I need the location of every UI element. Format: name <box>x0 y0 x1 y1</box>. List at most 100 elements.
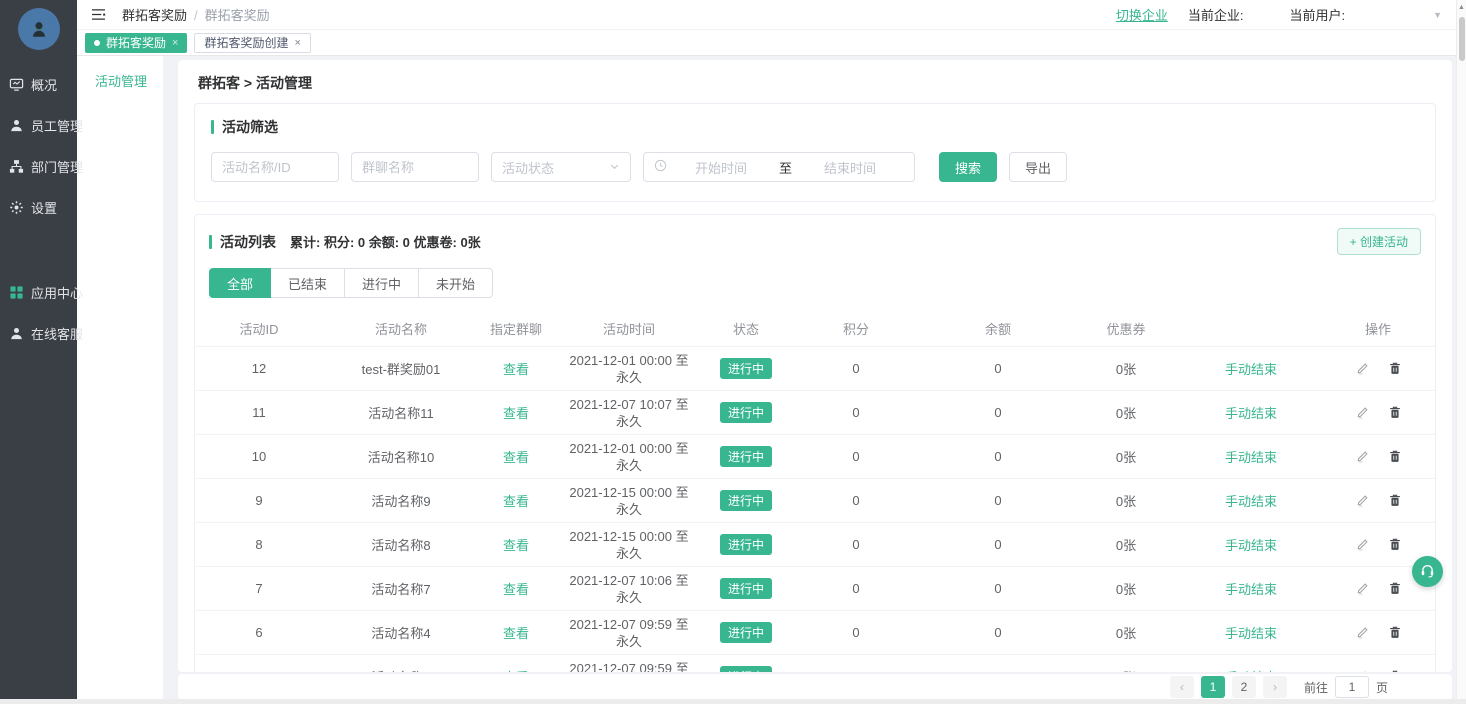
create-activity-button[interactable]: + 创建活动 <box>1337 228 1421 255</box>
status-tab-1[interactable]: 全部 <box>209 268 271 298</box>
activity-name-input[interactable] <box>211 152 339 182</box>
cell-coupon: 0张 <box>1071 579 1181 598</box>
cell-activity-id: 5 <box>195 669 323 672</box>
breadcrumb-item[interactable]: 群拓客奖励 <box>122 8 187 23</box>
next-page-button[interactable]: › <box>1263 676 1287 698</box>
manual-end-link[interactable]: 手动结束 <box>1225 626 1277 641</box>
edit-icon[interactable] <box>1356 406 1369 419</box>
cell-activity-time: 2021-12-07 09:59 至永久 <box>553 616 705 650</box>
page-unit-label: 页 <box>1376 679 1388 696</box>
view-link[interactable]: 查看 <box>503 362 529 377</box>
status-tab-4[interactable]: 未开始 <box>418 268 493 298</box>
cell-activity-name: 活动名称11 <box>323 403 479 422</box>
page-button-2[interactable]: 2 <box>1232 676 1256 698</box>
delete-icon[interactable] <box>1389 538 1401 551</box>
status-tab-2[interactable]: 已结束 <box>270 268 345 298</box>
sidebar-item-2[interactable]: 员工管理 <box>0 105 77 146</box>
secondary-sidebar: 活动管理 <box>77 56 163 704</box>
cell-balance: 0 <box>925 449 1071 464</box>
sidebar-item-activity-management[interactable]: 活动管理 <box>77 56 163 90</box>
manual-end-link[interactable]: 手动结束 <box>1225 406 1277 421</box>
sidebar-item-4[interactable]: 设置 <box>0 187 77 228</box>
edit-icon[interactable] <box>1356 626 1369 639</box>
manual-end-link[interactable]: 手动结束 <box>1225 582 1277 597</box>
cell-activity-name: 活动名称7 <box>323 579 479 598</box>
edit-icon[interactable] <box>1356 538 1369 551</box>
manual-end-link[interactable]: 手动结束 <box>1225 362 1277 377</box>
scrollbar-thumb[interactable] <box>1459 17 1465 61</box>
cell-group-chat: 查看 <box>479 623 553 642</box>
column-header-活动时间: 活动时间 <box>553 319 705 338</box>
cell-coupon: 0张 <box>1071 535 1181 554</box>
delete-icon[interactable] <box>1389 582 1401 595</box>
cell-points: 0 <box>787 669 925 672</box>
search-button[interactable]: 搜索 <box>939 152 997 182</box>
activity-list-panel: 活动列表 累计: 积分: 0 余额: 0 优惠卷: 0张 + 创建活动 全部已结… <box>194 214 1436 672</box>
chevron-down-icon[interactable]: ▼ <box>1433 10 1442 20</box>
view-link[interactable]: 查看 <box>503 626 529 641</box>
view-link[interactable]: 查看 <box>503 494 529 509</box>
export-button[interactable]: 导出 <box>1009 152 1067 182</box>
view-link[interactable]: 查看 <box>503 450 529 465</box>
status-tab-3[interactable]: 进行中 <box>344 268 419 298</box>
table-header-row: 活动ID活动名称指定群聊活动时间状态积分余额优惠券操作 <box>195 311 1435 347</box>
sidebar-item-6[interactable]: 在线客服 <box>0 313 77 354</box>
cell-activity-id: 6 <box>195 625 323 640</box>
horizontal-scrollbar[interactable] <box>0 699 1466 704</box>
list-section-title: 活动列表 <box>220 232 276 252</box>
sidebar-item-3[interactable]: 部门管理 <box>0 146 77 187</box>
cell-operations <box>1321 626 1435 639</box>
delete-icon[interactable] <box>1389 494 1401 507</box>
edit-icon[interactable] <box>1356 582 1369 595</box>
edit-icon[interactable] <box>1356 494 1369 507</box>
view-link[interactable]: 查看 <box>503 582 529 597</box>
goto-page-input[interactable] <box>1335 676 1369 698</box>
manual-end-link[interactable]: 手动结束 <box>1225 450 1277 465</box>
cell-activity-id: 12 <box>195 361 323 376</box>
edit-icon[interactable] <box>1356 362 1369 375</box>
delete-icon[interactable] <box>1389 450 1401 463</box>
avatar[interactable] <box>18 8 60 50</box>
view-link[interactable]: 查看 <box>503 670 529 672</box>
cell-points: 0 <box>787 625 925 640</box>
cell-manual-end: 手动结束 <box>1181 447 1321 466</box>
table-row: 9活动名称9查看2021-12-15 00:00 至永久进行中000张手动结束 <box>195 479 1435 523</box>
time-start: 2021-12-07 09:59 至 <box>553 660 705 673</box>
prev-page-button[interactable]: ‹ <box>1170 676 1194 698</box>
edit-icon[interactable] <box>1356 450 1369 463</box>
manual-end-link[interactable]: 手动结束 <box>1225 670 1277 672</box>
edit-icon[interactable] <box>1356 670 1369 672</box>
view-link[interactable]: 查看 <box>503 406 529 421</box>
chevron-left-icon: ‹ <box>1180 680 1184 694</box>
cell-balance: 0 <box>925 625 1071 640</box>
delete-icon[interactable] <box>1389 670 1401 672</box>
delete-icon[interactable] <box>1389 362 1401 375</box>
sidebar-item-5[interactable]: 应用中心 <box>0 272 77 313</box>
cell-coupon: 0张 <box>1071 667 1181 672</box>
delete-icon[interactable] <box>1389 406 1401 419</box>
switch-company-link[interactable]: 切换企业 <box>1116 5 1168 24</box>
cell-points: 0 <box>787 361 925 376</box>
cell-activity-id: 11 <box>195 405 323 420</box>
scroll-up-icon[interactable]: ▲ <box>1457 0 1466 11</box>
view-link[interactable]: 查看 <box>503 538 529 553</box>
menu-toggle-icon[interactable] <box>91 8 106 21</box>
page-button-1[interactable]: 1 <box>1201 676 1225 698</box>
customer-service-button[interactable] <box>1412 556 1443 587</box>
delete-icon[interactable] <box>1389 626 1401 639</box>
column-header-优惠券: 优惠券 <box>1071 319 1181 338</box>
close-icon[interactable]: × <box>294 37 300 49</box>
sidebar-item-1[interactable]: 概况 <box>0 64 77 105</box>
activity-status-select[interactable]: 活动状态 <box>491 152 631 182</box>
cell-manual-end: 手动结束 <box>1181 403 1321 422</box>
tab-2[interactable]: 群拓客奖励创建× <box>194 33 310 53</box>
current-user-label: 当前用户: <box>1289 5 1345 24</box>
group-name-input[interactable] <box>351 152 479 182</box>
close-icon[interactable]: × <box>172 37 178 49</box>
cell-coupon: 0张 <box>1071 447 1181 466</box>
tab-1[interactable]: 群拓客奖励× <box>85 33 187 53</box>
vertical-scrollbar[interactable]: ▲ <box>1456 0 1466 704</box>
manual-end-link[interactable]: 手动结束 <box>1225 538 1277 553</box>
manual-end-link[interactable]: 手动结束 <box>1225 494 1277 509</box>
date-range-picker[interactable]: 开始时间 至 结束时间 <box>643 152 915 182</box>
